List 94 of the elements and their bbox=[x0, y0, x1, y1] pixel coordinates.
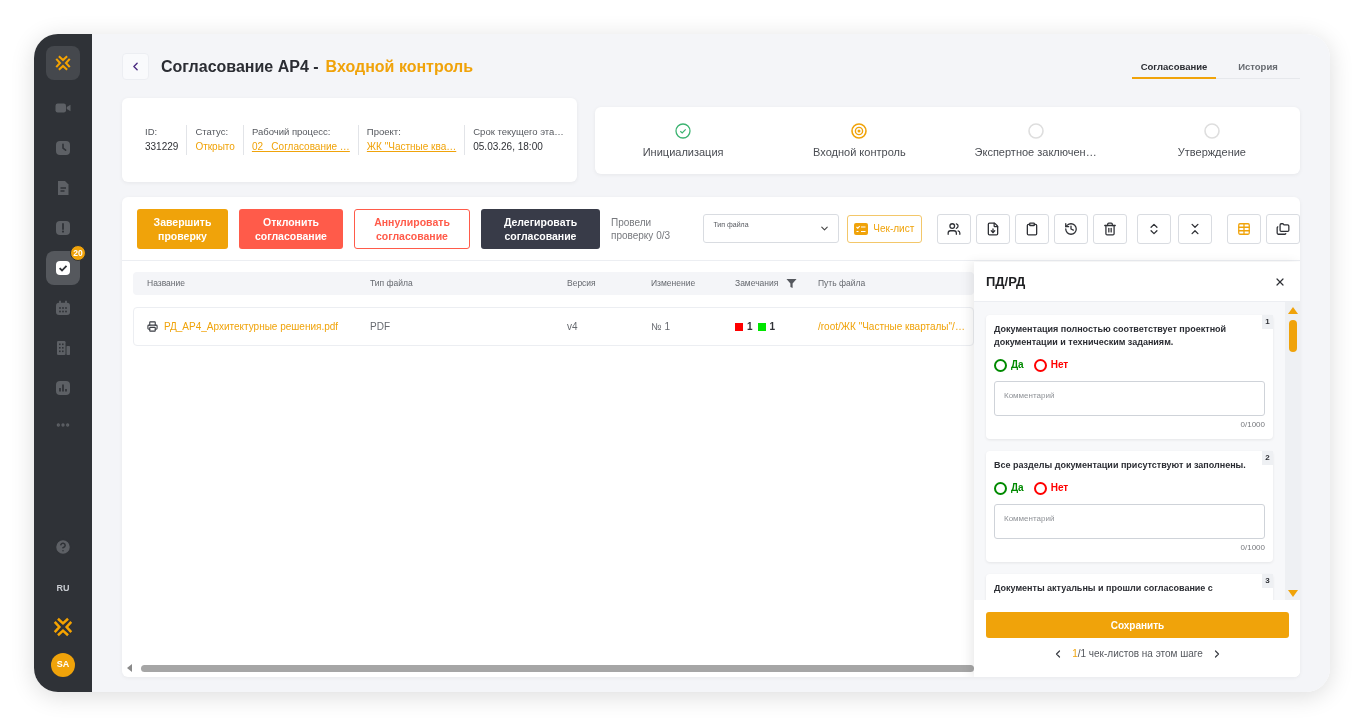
checklist-button[interactable]: Чек-лист bbox=[846, 214, 922, 243]
scroll-down-arrow-icon[interactable] bbox=[1287, 590, 1298, 597]
info-label: Рабочий процесс: bbox=[251, 125, 332, 139]
comment-field[interactable]: Комментарий bbox=[994, 504, 1265, 539]
checklist-question: Все разделы документации присутствуют и заполнены. bbox=[994, 459, 1247, 472]
clock-icon bbox=[55, 140, 71, 156]
info-label: Статус: bbox=[195, 125, 230, 139]
column-header: Изменение bbox=[651, 278, 696, 289]
column-header: Путь файла bbox=[818, 278, 866, 289]
folders-icon bbox=[1276, 221, 1290, 236]
logo-icon bbox=[52, 616, 74, 638]
item-number: 1 bbox=[1262, 315, 1273, 329]
collapse-button[interactable] bbox=[1178, 213, 1212, 244]
logo-icon[interactable] bbox=[46, 46, 80, 80]
download-button[interactable] bbox=[976, 213, 1010, 244]
file-path-link[interactable]: /root/ЖК "Частные кварталы"/… bbox=[818, 321, 965, 332]
info-link[interactable]: ЖК "Частные ква… bbox=[366, 139, 457, 155]
action-button[interactable]: Завершить проверку bbox=[137, 208, 228, 249]
info-label: Проект: bbox=[366, 125, 402, 139]
scroll-left-arrow-icon[interactable] bbox=[127, 664, 132, 672]
file-name-link[interactable]: РД_АР4_Архитектурные решения.pdf bbox=[164, 320, 339, 333]
checklist-question: Документация полностью соответствует проектной документации и техническим заданиям. bbox=[994, 323, 1228, 349]
users-icon bbox=[947, 221, 961, 236]
table-cell: PDF bbox=[370, 321, 390, 332]
character-counter: 0/1000 bbox=[1240, 543, 1265, 553]
stage-label: Входной контроль bbox=[813, 145, 906, 159]
page-title: Согласование АР4 - Входной контроль bbox=[161, 56, 474, 77]
calendar-icon bbox=[55, 300, 71, 316]
help-icon[interactable] bbox=[54, 538, 72, 556]
checkbox-icon bbox=[55, 260, 71, 276]
radio-option[interactable]: Да bbox=[994, 481, 1024, 495]
panel-title: ПД/РД bbox=[986, 273, 1026, 290]
scroll-up-arrow-icon[interactable] bbox=[1287, 307, 1298, 314]
tab[interactable]: История bbox=[1216, 58, 1300, 79]
stage-label: Экспертное заключен… bbox=[974, 145, 1097, 159]
character-counter: 0/1000 bbox=[1240, 420, 1265, 430]
item-number: 3 bbox=[1262, 574, 1273, 588]
back-button[interactable] bbox=[122, 53, 149, 80]
document-icon bbox=[55, 180, 71, 196]
printer-icon bbox=[147, 321, 158, 332]
building-icon bbox=[55, 340, 71, 356]
column-header: Замечания bbox=[735, 278, 779, 289]
remark-count: 1 bbox=[769, 320, 776, 333]
action-button[interactable]: Отклонить согласование bbox=[239, 208, 343, 249]
stage-label: Инициализация bbox=[642, 145, 724, 159]
language-label: RU bbox=[56, 582, 70, 594]
trash-icon bbox=[1103, 221, 1117, 236]
remark-count: 1 bbox=[747, 320, 753, 333]
info-link[interactable]: 02_ Согласование … bbox=[251, 139, 350, 155]
bar-chart-icon bbox=[55, 380, 71, 396]
info-value: 05.03.26, 18:00 bbox=[473, 140, 544, 154]
table-cell: v4 bbox=[567, 321, 578, 332]
user-avatar[interactable]: SA bbox=[51, 653, 75, 677]
column-header: Версия bbox=[567, 278, 596, 289]
column-header: Название bbox=[147, 278, 185, 289]
chevrons-down-up-icon bbox=[1188, 221, 1202, 236]
action-button[interactable]: Аннулировать согласование bbox=[354, 208, 470, 249]
info-value: 331229 bbox=[145, 140, 179, 154]
table-cell: № 1 bbox=[651, 321, 671, 332]
alert-icon bbox=[55, 220, 71, 236]
checklist-question: Документы актуальны и прошли согласование с bbox=[994, 582, 1214, 595]
comment-field[interactable]: Комментарий bbox=[994, 381, 1265, 416]
tab[interactable]: Согласование bbox=[1132, 58, 1216, 79]
checklist-icon bbox=[854, 222, 869, 235]
clipboard-icon bbox=[1025, 221, 1039, 236]
scrollbar-thumb[interactable] bbox=[1288, 320, 1297, 352]
status-value: Открыто bbox=[195, 140, 235, 154]
clipboard-button[interactable] bbox=[1015, 213, 1049, 244]
radio-option[interactable]: Нет bbox=[1033, 358, 1069, 372]
history-icon bbox=[1064, 221, 1078, 236]
delete-button[interactable] bbox=[1093, 213, 1127, 244]
table-icon bbox=[1237, 221, 1251, 236]
filter-icon[interactable] bbox=[786, 278, 798, 289]
folder-view-button[interactable] bbox=[1266, 213, 1300, 244]
column-header: Тип файла bbox=[370, 278, 413, 289]
chevron-down-icon bbox=[818, 223, 830, 234]
table-view-button[interactable] bbox=[1227, 213, 1261, 244]
stage-label: Утверждение bbox=[1177, 145, 1246, 159]
radio-option[interactable]: Да bbox=[994, 358, 1024, 372]
info-label: ID: bbox=[145, 125, 159, 139]
progress-text: Провели проверку 0/3 bbox=[611, 215, 672, 242]
save-button[interactable]: Сохранить bbox=[986, 612, 1289, 638]
item-number: 2 bbox=[1262, 451, 1273, 465]
action-button[interactable]: Делегировать согласование bbox=[481, 208, 600, 249]
vertical-scrollbar[interactable] bbox=[1285, 302, 1300, 600]
info-label: Срок текущего эта… bbox=[473, 125, 564, 139]
history-button[interactable] bbox=[1054, 213, 1088, 244]
expand-button[interactable] bbox=[1137, 213, 1171, 244]
radio-option[interactable]: Нет bbox=[1033, 481, 1069, 495]
users-button[interactable] bbox=[937, 213, 971, 244]
notification-badge: 20 bbox=[70, 245, 86, 261]
pager-text: 1/1 чек-листов на этом шаге bbox=[1072, 648, 1203, 660]
table-row[interactable]: РД_АР4_Архитектурные решения.pdf PDF v4 № 1 1 1 /root/ЖК "Частные кварталы"/… bbox=[133, 307, 974, 346]
file-download-icon bbox=[986, 221, 1000, 236]
